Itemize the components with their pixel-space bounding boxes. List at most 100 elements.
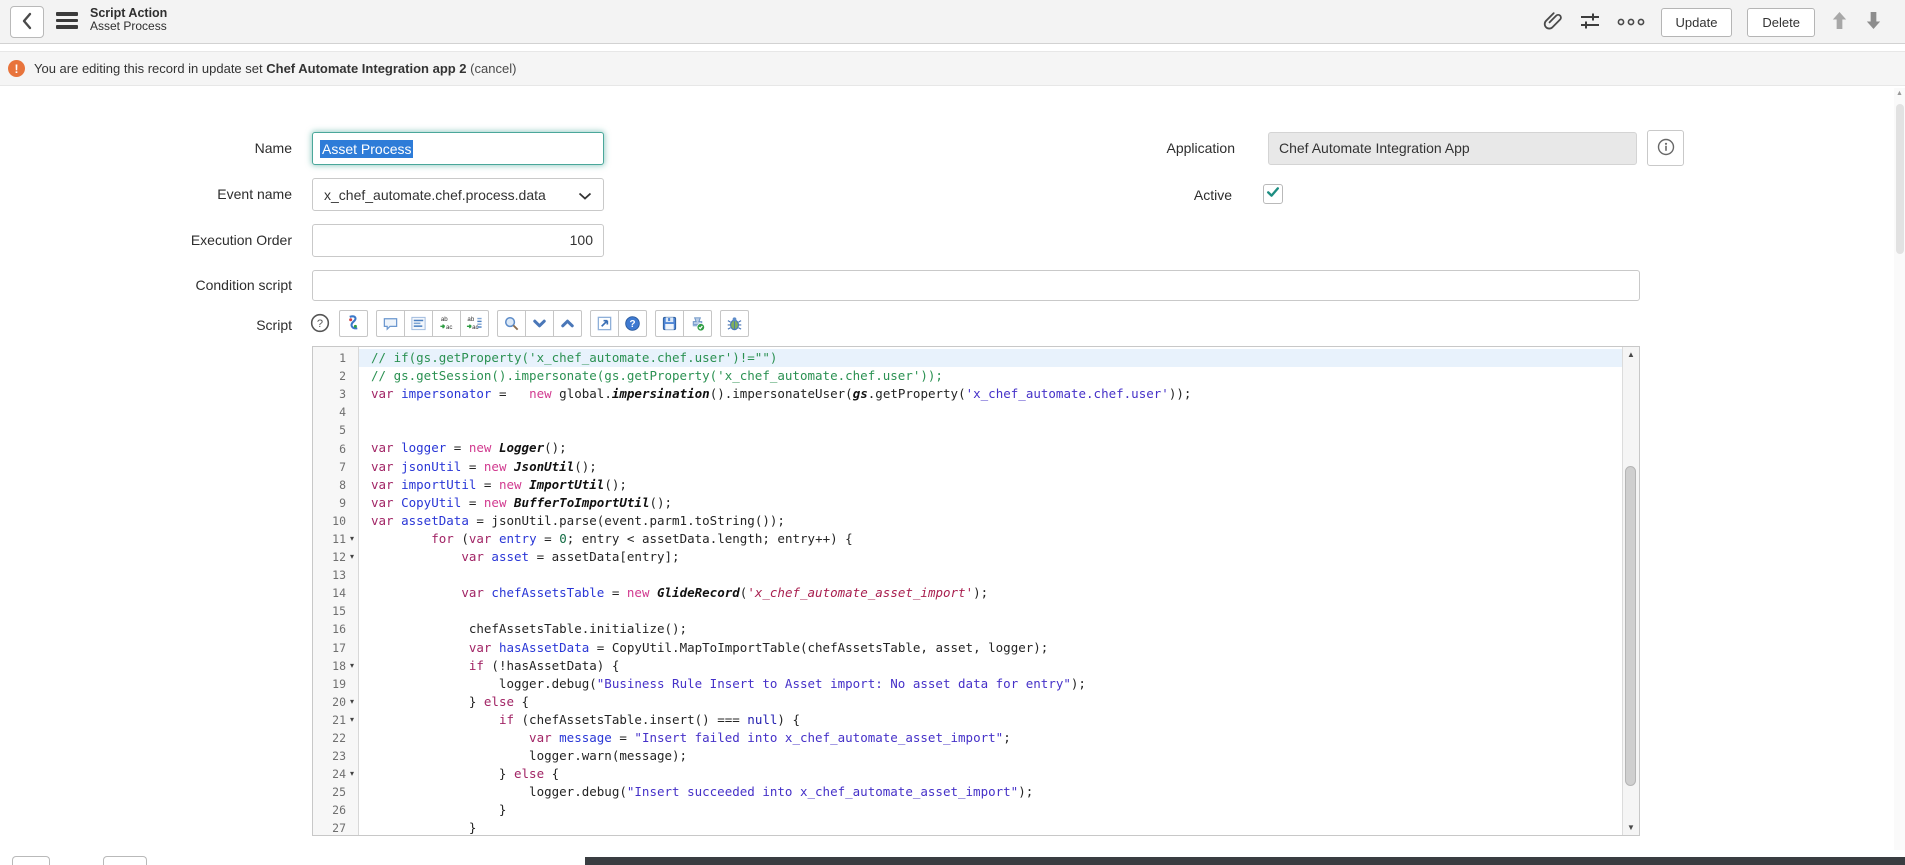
search-button[interactable] [497, 310, 526, 337]
code-line[interactable]: logger.debug("Insert succeeded into x_ch… [359, 783, 1622, 801]
sliders-icon [1579, 11, 1601, 34]
line-number: 5 [313, 421, 358, 439]
line-number: 1 [313, 349, 358, 367]
full-screen-icon [596, 315, 613, 332]
line-number: 23 [313, 747, 358, 765]
code-line[interactable]: } else { [359, 765, 1622, 783]
replace-all-icon: abac [466, 315, 483, 332]
condition-script-label: Condition script [92, 277, 292, 293]
code-line[interactable]: } [359, 819, 1622, 835]
execution-order-input[interactable]: 100 [312, 224, 604, 257]
paperclip-icon [1543, 10, 1564, 34]
page-scroll-up-icon[interactable]: ▲ [1894, 88, 1905, 100]
code-line[interactable]: logger.warn(message); [359, 747, 1622, 765]
search-icon [503, 315, 520, 332]
script-label: Script [92, 317, 292, 333]
replace-all-button[interactable]: abac [460, 310, 489, 337]
chevron-left-icon [21, 12, 33, 33]
code-line[interactable] [359, 602, 1622, 620]
editor-help-button[interactable]: ? [618, 310, 647, 337]
line-number: 4 [313, 403, 358, 421]
format-code-button[interactable] [404, 310, 433, 337]
syntax-check-button[interactable] [683, 310, 712, 337]
fold-arrow-icon[interactable]: ▾ [346, 693, 358, 711]
code-lines[interactable]: // if(gs.getProperty('x_chef_automate.ch… [359, 347, 1622, 835]
fold-arrow-icon[interactable]: ▾ [346, 657, 358, 675]
find-previous-button[interactable] [553, 310, 582, 337]
svg-text:?: ? [317, 318, 323, 330]
syntax-editor-button[interactable] [339, 310, 368, 337]
application-info-button[interactable] [1647, 130, 1684, 166]
find-previous-icon [559, 315, 576, 332]
toggle-comment-button[interactable] [376, 310, 405, 337]
editor-scrollbar[interactable]: ▲ ▼ [1622, 347, 1639, 835]
scroll-down-icon[interactable]: ▼ [1623, 820, 1639, 835]
bottom-update-button-partial[interactable] [12, 856, 50, 865]
checkmark-icon [1265, 184, 1281, 205]
event-name-select[interactable]: x_chef_automate.chef.process.data [312, 178, 604, 211]
code-line[interactable]: var jsonUtil = new JsonUtil(); [359, 458, 1622, 476]
update-set-name: Chef Automate Integration app 2 [266, 61, 466, 76]
code-line[interactable]: if (chefAssetsTable.insert() === null) { [359, 711, 1622, 729]
debug-button[interactable] [720, 310, 749, 337]
script-code-editor[interactable]: 1234567891011▾12▾131415161718▾1920▾21▾22… [312, 346, 1640, 836]
line-number: 10 [313, 512, 358, 530]
code-line[interactable]: for (var entry = 0; entry < assetData.le… [359, 530, 1622, 548]
code-line[interactable] [359, 421, 1622, 439]
arrow-up-icon [1830, 10, 1849, 34]
delete-button[interactable]: Delete [1747, 8, 1815, 37]
code-line[interactable]: var asset = assetData[entry]; [359, 548, 1622, 566]
record-title-block: Script Action Asset Process [90, 6, 167, 34]
personalize-form-button[interactable] [1579, 11, 1601, 34]
fold-arrow-icon[interactable]: ▾ [346, 548, 358, 566]
code-line[interactable] [359, 403, 1622, 421]
line-number: 17 [313, 639, 358, 657]
fold-arrow-icon[interactable]: ▾ [346, 530, 358, 548]
code-line[interactable]: // gs.getSession().impersonate(gs.getPro… [359, 367, 1622, 385]
line-number: 21▾ [313, 711, 358, 729]
replace-button[interactable]: abac [432, 310, 461, 337]
code-line[interactable]: if (!hasAssetData) { [359, 657, 1622, 675]
code-line[interactable]: var chefAssetsTable = new GlideRecord('x… [359, 584, 1622, 602]
toggle-comment-icon [382, 315, 399, 332]
code-line[interactable]: var CopyUtil = new BufferToImportUtil(); [359, 494, 1622, 512]
scroll-up-icon[interactable]: ▲ [1623, 347, 1639, 362]
fold-arrow-icon[interactable]: ▾ [346, 765, 358, 783]
save-icon [661, 315, 678, 332]
next-record-button[interactable] [1864, 10, 1883, 34]
line-number: 16 [313, 620, 358, 638]
editor-scrollbar-thumb[interactable] [1625, 466, 1636, 786]
update-button[interactable]: Update [1661, 8, 1733, 37]
code-line[interactable]: var logger = new Logger(); [359, 439, 1622, 457]
code-line[interactable]: } [359, 801, 1622, 819]
code-line[interactable]: var impersonator = new global.impersinat… [359, 385, 1622, 403]
replace-icon: abac [438, 315, 455, 332]
code-line[interactable]: var message = "Insert failed into x_chef… [359, 729, 1622, 747]
code-line[interactable]: chefAssetsTable.initialize(); [359, 620, 1622, 638]
code-line[interactable]: var importUtil = new ImportUtil(); [359, 476, 1622, 494]
attachment-button[interactable] [1543, 10, 1564, 34]
page-scrollbar-thumb[interactable] [1896, 104, 1904, 254]
code-line[interactable]: logger.debug("Business Rule Insert to As… [359, 675, 1622, 693]
more-options-button[interactable] [1616, 15, 1646, 30]
event-name-value: x_chef_automate.chef.process.data [324, 187, 546, 203]
page-scrollbar[interactable]: ▲ [1894, 88, 1905, 850]
cancel-link[interactable]: (cancel) [470, 61, 516, 76]
active-checkbox[interactable] [1263, 184, 1283, 204]
fold-arrow-icon[interactable]: ▾ [346, 711, 358, 729]
back-button[interactable] [10, 6, 44, 38]
find-next-button[interactable] [525, 310, 554, 337]
previous-record-button[interactable] [1830, 10, 1849, 34]
full-screen-button[interactable] [590, 310, 619, 337]
context-menu-icon[interactable] [56, 12, 78, 29]
bottom-delete-button-partial[interactable] [103, 856, 147, 865]
save-button[interactable] [655, 310, 684, 337]
code-line[interactable]: var assetData = jsonUtil.parse(event.par… [359, 512, 1622, 530]
name-input[interactable]: Asset Process [312, 132, 604, 165]
code-line[interactable]: } else { [359, 693, 1622, 711]
condition-script-input[interactable] [312, 270, 1640, 301]
code-line[interactable]: // if(gs.getProperty('x_chef_automate.ch… [359, 349, 1622, 367]
code-line[interactable] [359, 566, 1622, 584]
script-help-icon[interactable]: ? [310, 313, 330, 333]
code-line[interactable]: var hasAssetData = CopyUtil.MapToImportT… [359, 639, 1622, 657]
